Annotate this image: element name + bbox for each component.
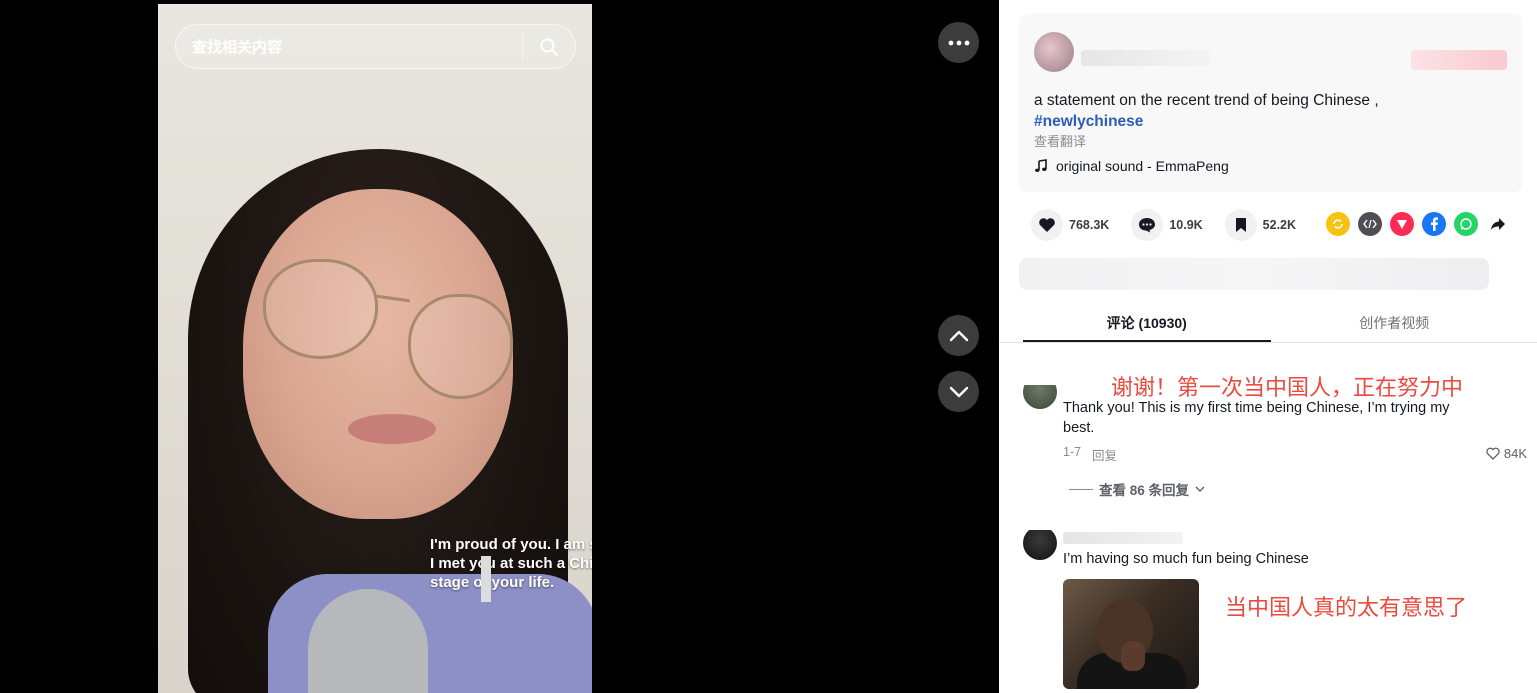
search-icon (540, 38, 558, 56)
heart-outline-icon (1486, 447, 1500, 460)
comment-author-redacted (1063, 532, 1183, 544)
comment-button[interactable]: 10.9K (1131, 209, 1203, 241)
save-button[interactable]: 52.2K (1224, 209, 1297, 241)
engagement-bar: 768.3K 10.9K 52.2K (1031, 207, 1318, 243)
more-options-button[interactable] (938, 22, 979, 63)
send-to-friends-icon[interactable] (1390, 212, 1414, 236)
copy-link-bar-redacted[interactable] (1019, 258, 1489, 290)
bookmark-icon (1224, 209, 1257, 241)
video-stage: I'm proud of you. I am so glad I met you… (0, 0, 999, 693)
save-count: 52.2K (1262, 218, 1297, 232)
glasses-right-lens (408, 294, 513, 399)
ellipsis-icon (948, 40, 969, 45)
panel-tabs: 评论 (10930) 创作者视频 (1023, 302, 1518, 342)
replies-dash (1069, 488, 1093, 490)
embed-code-icon[interactable] (1358, 212, 1382, 236)
view-replies-button[interactable]: 查看 86 条回复 (1069, 479, 1205, 499)
comment-avatar-mask (1009, 343, 1099, 385)
text-cursor (481, 556, 491, 602)
share-arrow-icon[interactable] (1486, 212, 1510, 236)
music-link[interactable]: original sound - EmmaPeng (1034, 158, 1229, 174)
hashtag-link[interactable]: #newlychinese (1034, 113, 1143, 130)
share-row (1326, 212, 1510, 236)
tab-creator-videos[interactable]: 创作者视频 (1271, 302, 1519, 342)
comment-like-count: 84K (1503, 446, 1527, 461)
comment-avatar-mask (1009, 510, 1059, 530)
comment-count: 10.9K (1169, 218, 1203, 232)
search-input[interactable]: 查找相关内容 (176, 36, 522, 57)
description-text: a statement on the recent trend of being… (1034, 92, 1379, 109)
previous-video-button[interactable] (938, 315, 979, 356)
search-button[interactable] (523, 24, 575, 69)
like-button[interactable]: 768.3K (1031, 209, 1109, 241)
comment-avatar[interactable] (1023, 526, 1057, 560)
video-caption: I'm proud of you. I am so glad I met you… (430, 536, 592, 591)
glasses-left-lens (263, 259, 378, 359)
comment-icon (1131, 209, 1164, 241)
video-player[interactable]: I'm proud of you. I am so glad I met you… (158, 4, 592, 693)
comment-like-button[interactable]: 84K (1486, 446, 1527, 461)
repost-icon[interactable] (1326, 212, 1350, 236)
video-figure-lips (348, 414, 436, 444)
comment-reply-button[interactable]: 回复 (1092, 445, 1117, 464)
comment-translation-overlay: 当中国人真的太有意思了 (1225, 596, 1468, 621)
photo-figure-hands (1121, 641, 1145, 671)
see-translation-link[interactable]: 查看翻译 (1034, 131, 1086, 150)
author-avatar[interactable] (1034, 32, 1074, 72)
music-note-icon (1035, 159, 1047, 172)
whatsapp-icon[interactable] (1454, 212, 1478, 236)
comment-text: I’m having so much fun being Chinese (1063, 551, 1309, 567)
music-title: original sound - EmmaPeng (1056, 158, 1229, 174)
post-description-card: a statement on the recent trend of being… (1019, 14, 1522, 192)
view-replies-label: 查看 86 条回复 (1099, 483, 1190, 498)
comment-date: 1-7 (1063, 445, 1082, 459)
chevron-up-icon (949, 330, 968, 341)
follow-button-redacted[interactable] (1411, 50, 1507, 70)
tab-comments[interactable]: 评论 (10930) (1023, 302, 1271, 342)
comment-image[interactable] (1063, 579, 1199, 689)
post-description: a statement on the recent trend of being… (1034, 90, 1504, 132)
like-count: 768.3K (1069, 218, 1110, 232)
heart-icon (1031, 209, 1063, 241)
author-name-redacted (1081, 50, 1211, 66)
next-video-button[interactable] (938, 371, 979, 412)
chevron-down-icon (949, 386, 968, 397)
comment-text: Thank you! This is my first time being C… (1063, 400, 1450, 436)
video-search-bar[interactable]: 查找相关内容 (175, 24, 576, 69)
chevron-down-icon (1195, 486, 1205, 492)
facebook-icon[interactable] (1422, 212, 1446, 236)
